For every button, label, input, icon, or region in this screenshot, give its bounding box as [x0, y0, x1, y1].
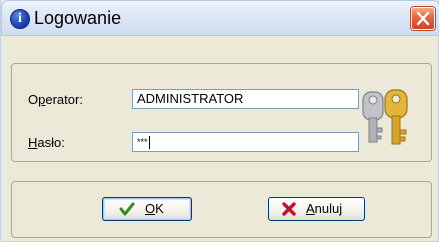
checkmark-icon [119, 202, 135, 216]
keys-icon [362, 89, 408, 145]
ok-button-label: OK [145, 201, 164, 216]
operator-label: Operator: [28, 92, 83, 107]
title-bar[interactable]: i Logowanie [1, 0, 439, 36]
password-input[interactable]: *** [132, 132, 359, 152]
info-icon: i [10, 9, 30, 29]
ok-button[interactable]: OK [102, 197, 192, 221]
cancel-button[interactable]: Anuluj [268, 197, 365, 221]
red-x-icon [282, 202, 296, 216]
login-dialog: i Logowanie Operator: ADMINISTRATOR Hasł… [0, 0, 439, 242]
close-icon [416, 11, 430, 26]
close-button[interactable] [411, 7, 435, 30]
cancel-button-label: Anuluj [306, 201, 343, 216]
operator-input[interactable]: ADMINISTRATOR [132, 89, 359, 109]
password-label: Hasło: [28, 135, 65, 150]
window-title: Logowanie [34, 8, 122, 28]
buttons-group [11, 181, 432, 238]
info-icon-glyph: i [18, 11, 22, 26]
